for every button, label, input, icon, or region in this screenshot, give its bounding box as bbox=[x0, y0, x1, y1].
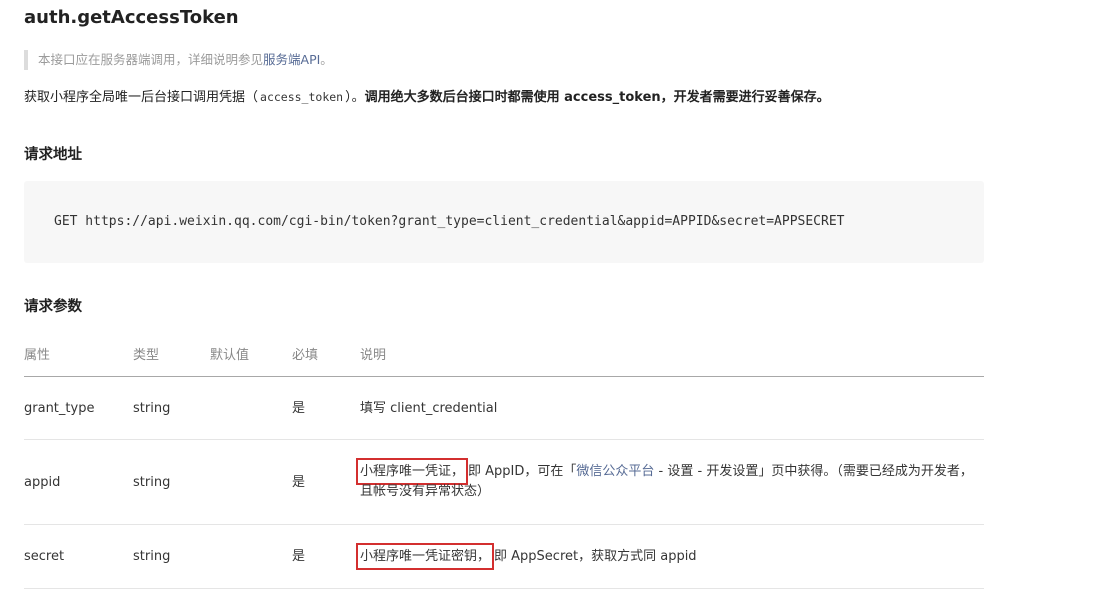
highlighted-text: 小程序唯一凭证， bbox=[356, 458, 469, 485]
description-pre: 获取小程序全局唯一后台接口调用凭据（ bbox=[24, 90, 259, 105]
param-type: string bbox=[133, 475, 171, 490]
param-description: 填写 client_credential bbox=[360, 401, 498, 416]
header-type: 类型 bbox=[133, 348, 160, 363]
notice-suffix: 。 bbox=[320, 52, 333, 67]
request-url-code-block: GET https://api.weixin.qq.com/cgi-bin/to… bbox=[24, 181, 984, 263]
api-description: 获取小程序全局唯一后台接口调用凭据（ access_token ）。调用绝大多数后台… bbox=[24, 87, 830, 108]
header-description: 说明 bbox=[360, 348, 387, 363]
request-url-heading: 请求地址 bbox=[24, 147, 82, 163]
param-type: string bbox=[133, 549, 171, 564]
description-text: 即 AppID，可在「 bbox=[468, 464, 577, 479]
param-name: grant_type bbox=[24, 401, 95, 416]
header-required: 必填 bbox=[292, 348, 319, 363]
description-text: 即 AppSecret，获取方式同 appid bbox=[494, 549, 697, 564]
param-required: 是 bbox=[292, 549, 306, 564]
description-mid: ）。 bbox=[345, 90, 365, 105]
param-name: appid bbox=[24, 475, 61, 490]
header-default: 默认值 bbox=[210, 348, 250, 363]
params-table: 属性 类型 默认值 必填 说明 grant_type string 是 填写 c… bbox=[24, 335, 984, 589]
table-row: secret string 是 小程序唯一凭证密钥，即 AppSecret，获取… bbox=[24, 525, 984, 589]
param-description: 小程序唯一凭证密钥，即 AppSecret，获取方式同 appid bbox=[356, 543, 697, 570]
params-table-header: 属性 类型 默认值 必填 说明 bbox=[24, 335, 984, 377]
request-url-code: GET https://api.weixin.qq.com/cgi-bin/to… bbox=[54, 214, 845, 229]
description-bold: 调用绝大多数后台接口时都需使用 access_token，开发者需要进行妥善保存… bbox=[364, 90, 830, 105]
param-name: secret bbox=[24, 549, 65, 564]
param-required: 是 bbox=[292, 475, 306, 490]
param-type: string bbox=[133, 401, 171, 416]
highlighted-text: 小程序唯一凭证密钥， bbox=[356, 543, 495, 570]
table-row: grant_type string 是 填写 client_credential bbox=[24, 377, 984, 440]
server-notice: 本接口应在服务器端调用，详细说明参见服务端API。 bbox=[24, 50, 333, 70]
request-params-heading: 请求参数 bbox=[24, 299, 82, 315]
page-title: auth.getAccessToken bbox=[24, 7, 239, 28]
header-name: 属性 bbox=[24, 348, 51, 363]
param-required: 是 bbox=[292, 401, 306, 416]
access-token-code: access_token bbox=[260, 90, 344, 104]
wechat-platform-link[interactable]: 微信公众平台 bbox=[576, 464, 654, 479]
server-api-link[interactable]: 服务端API bbox=[263, 52, 320, 67]
notice-text: 本接口应在服务器端调用，详细说明参见 bbox=[38, 52, 264, 67]
param-description: 小程序唯一凭证，即 AppID，可在「微信公众平台 - 设置 - 开发设置」页中… bbox=[356, 458, 984, 502]
table-row: appid string 是 小程序唯一凭证，即 AppID，可在「微信公众平台… bbox=[24, 440, 984, 525]
